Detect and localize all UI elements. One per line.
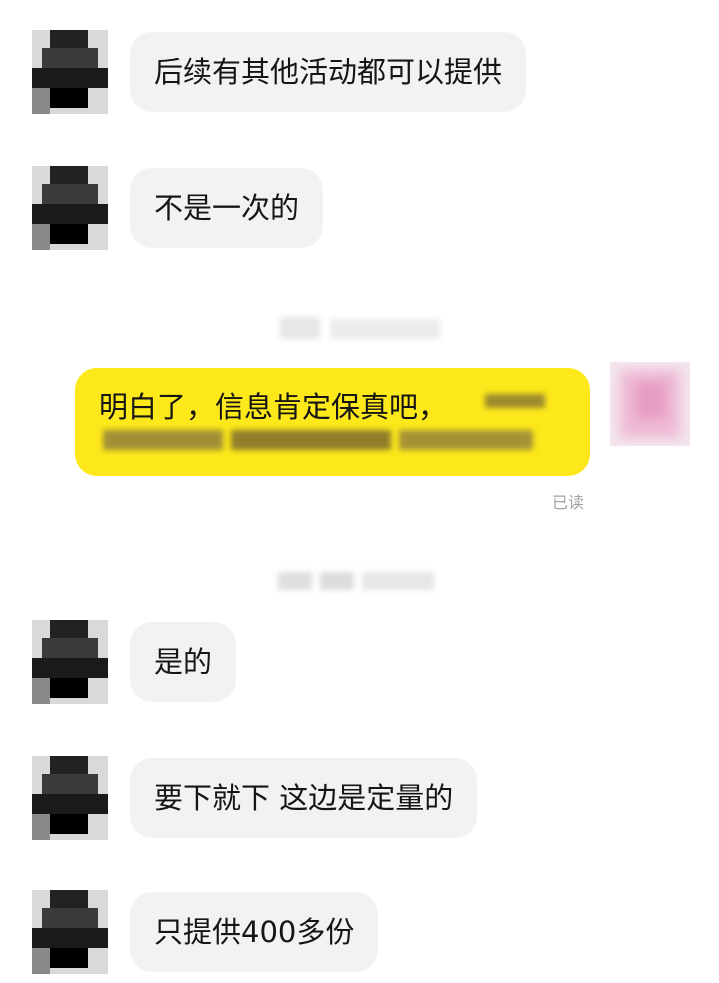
message-text: 要下就下 这边是定量的 — [154, 781, 454, 815]
message-text: 不是一次的 — [154, 191, 300, 225]
message-row: 明白了，信息肯定保真吧， 已读 — [0, 362, 719, 512]
contact-avatar[interactable] — [32, 620, 108, 704]
message-text: 明白了，信息肯定保真吧， — [99, 390, 448, 424]
message-row: 只提供400多份 — [0, 890, 719, 980]
outgoing-message-bubble[interactable]: 明白了，信息肯定保真吧， — [75, 368, 590, 476]
message-text: 是的 — [154, 645, 213, 679]
incoming-message-bubble[interactable]: 只提供400多份 — [130, 892, 379, 972]
message-row: 后续有其他活动都可以提供 — [0, 30, 719, 120]
incoming-message-bubble[interactable]: 不是一次的 — [130, 168, 324, 248]
blurred-timestamp — [278, 568, 438, 594]
message-row: 要下就下 这边是定量的 — [0, 756, 719, 846]
contact-avatar[interactable] — [32, 890, 108, 974]
read-receipt: 已读 — [552, 493, 585, 512]
contact-avatar[interactable] — [32, 166, 108, 250]
incoming-message-bubble[interactable]: 后续有其他活动都可以提供 — [130, 32, 527, 112]
message-text: 只提供400多份 — [154, 915, 355, 949]
contact-avatar[interactable] — [32, 756, 108, 840]
message-row: 是的 — [0, 620, 719, 710]
message-row: 不是一次的 — [0, 166, 719, 256]
redacted-text — [103, 428, 533, 454]
incoming-message-bubble[interactable]: 要下就下 这边是定量的 — [130, 758, 478, 838]
my-avatar[interactable] — [610, 362, 690, 446]
blurred-timestamp — [280, 315, 450, 343]
contact-avatar[interactable] — [32, 30, 108, 114]
incoming-message-bubble[interactable]: 是的 — [130, 622, 237, 702]
message-text: 后续有其他活动都可以提供 — [154, 55, 503, 89]
redacted-text — [485, 390, 545, 412]
